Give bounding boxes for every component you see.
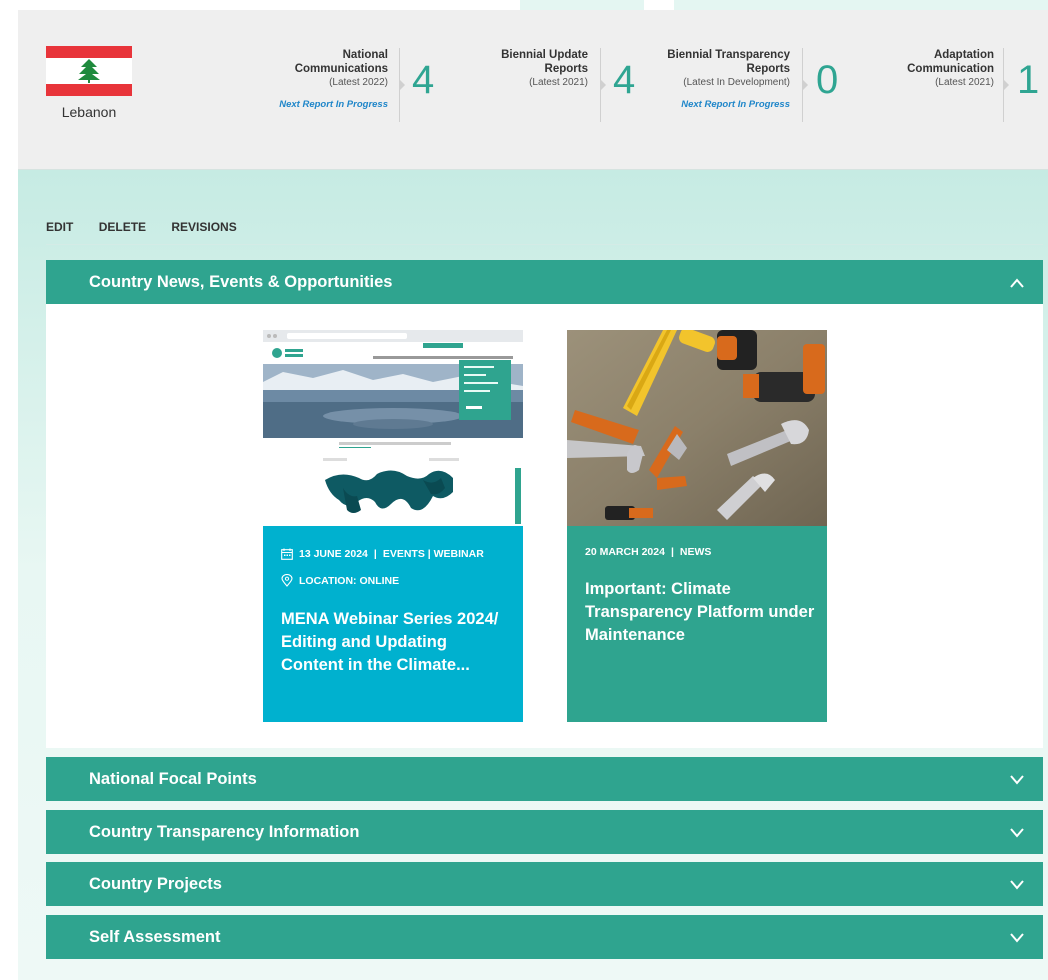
accordion-news-header[interactable]: Country News, Events & Opportunities bbox=[46, 260, 1043, 304]
accordion-projects-header[interactable]: Country Projects bbox=[46, 862, 1043, 906]
divider bbox=[46, 244, 1043, 245]
stat-title: Communications bbox=[294, 63, 388, 75]
country-content-section: EDIT DELETE REVISIONS Country News, Even… bbox=[18, 170, 1048, 980]
card-tags: News bbox=[679, 546, 712, 558]
chevron-down-icon bbox=[1010, 775, 1024, 785]
accordion-self-assessment-header[interactable]: Self Assessment bbox=[46, 915, 1043, 959]
stat-title: Reports bbox=[746, 63, 790, 75]
top-strip bbox=[674, 0, 1048, 10]
accordion-focal-points-header[interactable]: National Focal Points bbox=[46, 757, 1043, 801]
stat-count: 1 bbox=[1017, 58, 1040, 102]
card-title[interactable]: Important: Climate Transparency Platform… bbox=[585, 578, 815, 647]
country-header: Lebanon National Communications (Latest … bbox=[18, 10, 1048, 170]
accordion-title: Country News, Events & Opportunities bbox=[89, 273, 393, 291]
accordion-title: Country Projects bbox=[89, 875, 222, 893]
stat-adaptation-communication[interactable]: Adaptation Communication (Latest 2021) 1 bbox=[822, 48, 1048, 122]
location-pin-icon bbox=[281, 574, 293, 587]
accordion-transparency-header[interactable]: Country Transparency Information bbox=[46, 810, 1043, 854]
stat-latest: (Latest 2021) bbox=[935, 77, 994, 88]
card-tags: Events | Webinar bbox=[382, 548, 484, 560]
accordion-title: National Focal Points bbox=[89, 770, 257, 788]
stat-title: Adaptation bbox=[933, 49, 994, 61]
chevron-down-icon bbox=[1010, 880, 1024, 890]
delete-tab[interactable]: DELETE bbox=[99, 220, 146, 234]
stat-title: Reports bbox=[544, 63, 588, 75]
stat-latest: (Latest In Development) bbox=[683, 77, 790, 88]
card-title[interactable]: MENA Webinar Series 2024/ Editing and Up… bbox=[281, 608, 511, 677]
card-body: 20 March 2024 | News Important: Climate … bbox=[567, 526, 827, 722]
chevron-down-icon bbox=[1010, 933, 1024, 943]
card-thumbnail bbox=[263, 330, 523, 526]
revisions-tab[interactable]: REVISIONS bbox=[171, 220, 236, 234]
stat-title: National bbox=[342, 49, 388, 61]
chevron-up-icon bbox=[1010, 278, 1024, 288]
top-strip bbox=[520, 0, 644, 10]
edit-tab[interactable]: EDIT bbox=[46, 220, 73, 234]
admin-tabs: EDIT DELETE REVISIONS bbox=[46, 220, 259, 234]
stat-latest: (Latest 2022) bbox=[329, 77, 388, 88]
chevron-down-icon bbox=[1010, 828, 1024, 838]
card-thumbnail bbox=[567, 330, 827, 526]
lebanon-flag-icon bbox=[46, 46, 132, 96]
stat-latest: (Latest 2021) bbox=[529, 77, 588, 88]
card-location: Location: Online bbox=[299, 574, 400, 587]
news-card[interactable]: 20 March 2024 | News Important: Climate … bbox=[567, 330, 827, 722]
country-name: Lebanon bbox=[61, 104, 117, 120]
news-card[interactable]: 13 June 2024 | Events | Webinar Location… bbox=[263, 330, 523, 722]
next-report-link[interactable]: Next Report In Progress bbox=[620, 98, 790, 112]
accordion-news-body: 13 June 2024 | Events | Webinar Location… bbox=[46, 304, 1043, 748]
stat-title: Communication bbox=[907, 63, 994, 75]
card-body: 13 June 2024 | Events | Webinar Location… bbox=[263, 526, 523, 722]
calendar-icon bbox=[281, 548, 293, 560]
accordion-title: Self Assessment bbox=[89, 928, 221, 946]
card-date: 13 June 2024 bbox=[299, 548, 368, 560]
stat-title: Biennial Transparency bbox=[667, 49, 790, 61]
accordion-title: Country Transparency Information bbox=[89, 823, 360, 841]
card-date: 20 March 2024 bbox=[585, 546, 665, 558]
next-report-link[interactable]: Next Report In Progress bbox=[218, 98, 388, 112]
stat-title: Biennial Update bbox=[501, 49, 588, 61]
